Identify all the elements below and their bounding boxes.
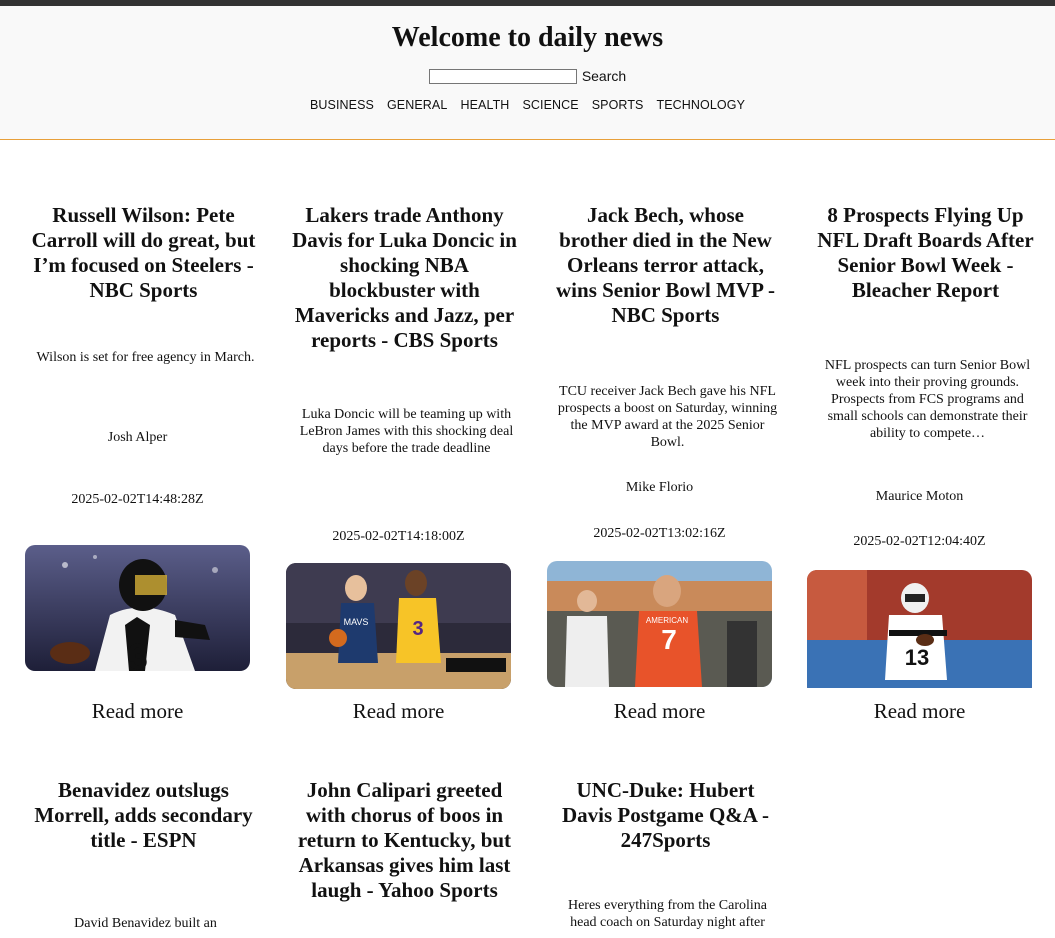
article-description: David Benavidez built an — [74, 916, 217, 931]
football-player-celebration-photo[interactable]: 7 AMERICAN — [547, 561, 772, 687]
football-runner-photo[interactable]: 13 — [807, 570, 1032, 696]
svg-text:MAVS: MAVS — [344, 617, 369, 627]
article-date: 2025-02-02T14:18:00Z — [332, 529, 465, 544]
football-player-photo[interactable]: 3 — [25, 545, 250, 671]
svg-text:3: 3 — [128, 636, 148, 671]
article-title[interactable]: UNC-Duke: Hubert Davis Postgame Q&A - 24… — [547, 778, 784, 853]
article-author: Maurice Moton — [875, 489, 964, 504]
news-card: Lakers trade Anthony Davis for Luka Donc… — [286, 0, 517, 723]
article-description: Wilson is set for free agency in March. — [36, 350, 255, 365]
article-title[interactable]: Russell Wilson: Pete Carroll will do gre… — [25, 203, 262, 303]
article-author: Josh Alper — [107, 430, 168, 445]
article-date: 2025-02-02T13:02:16Z — [593, 526, 726, 541]
read-more-link[interactable]: Read more — [547, 699, 772, 723]
svg-text:13: 13 — [905, 645, 929, 670]
article-author: Mike Florio — [625, 480, 694, 495]
article-title[interactable]: Benavidez outslugs Morrell, adds seconda… — [25, 778, 262, 853]
read-more-link[interactable]: Read more — [286, 699, 511, 723]
news-card: Russell Wilson: Pete Carroll will do gre… — [25, 0, 255, 723]
svg-text:7: 7 — [661, 624, 677, 655]
news-grid: Russell Wilson: Pete Carroll will do gre… — [0, 0, 1055, 938]
article-description: Heres everything from the Carolina head … — [567, 898, 768, 930]
basketball-players-photo[interactable]: MAVS 3 — [286, 563, 511, 689]
svg-text:3: 3 — [412, 618, 423, 640]
article-description: NFL prospects can turn Senior Bowl week … — [824, 358, 1031, 441]
article-title[interactable]: Lakers trade Anthony Davis for Luka Donc… — [286, 203, 523, 353]
article-description: TCU receiver Jack Bech gave his NFL pros… — [557, 384, 778, 450]
article-description: Luka Doncic will be teaming up with LeBr… — [299, 407, 514, 456]
article-title[interactable]: 8 Prospects Flying Up NFL Draft Boards A… — [807, 203, 1044, 303]
article-title[interactable]: John Calipari greeted with chorus of boo… — [286, 778, 523, 903]
article-date: 2025-02-02T12:04:40Z — [853, 534, 986, 549]
svg-text:AMERICAN: AMERICAN — [646, 616, 688, 625]
news-card: 8 Prospects Flying Up NFL Draft Boards A… — [807, 0, 1034, 723]
article-title[interactable]: Jack Bech, whose brother died in the New… — [547, 203, 784, 328]
article-date: 2025-02-02T14:48:28Z — [71, 492, 204, 507]
read-more-link[interactable]: Read more — [807, 699, 1032, 723]
news-card: Jack Bech, whose brother died in the New… — [547, 0, 777, 723]
read-more-link[interactable]: Read more — [25, 699, 250, 723]
